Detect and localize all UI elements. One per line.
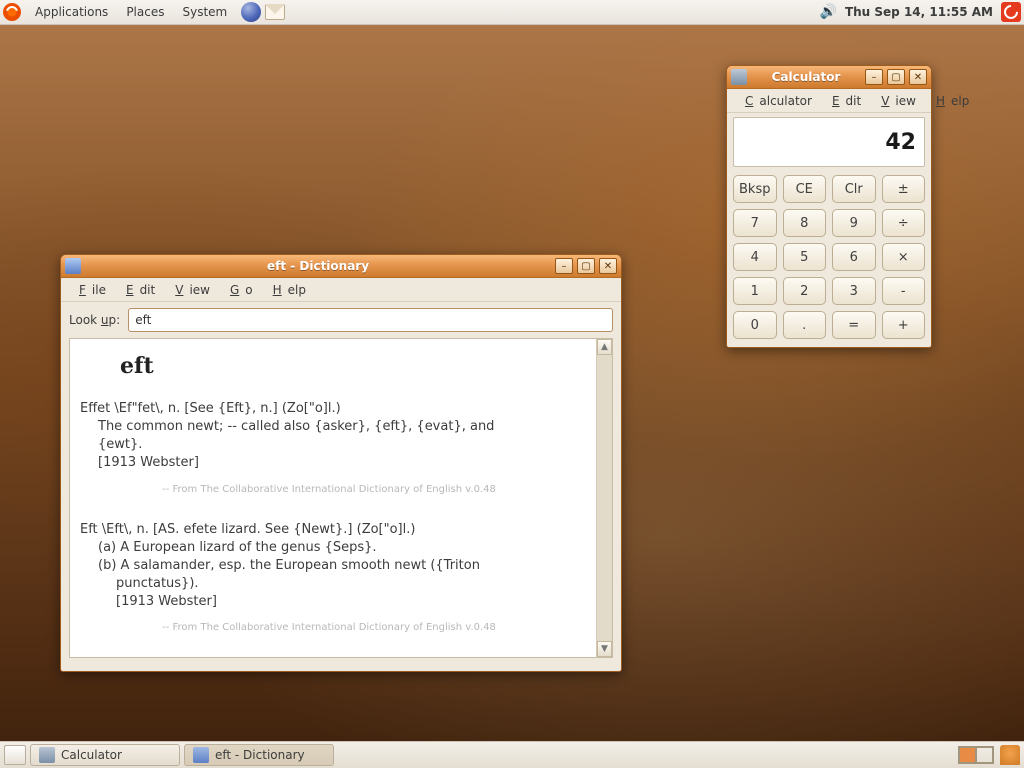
definition-scrollbar[interactable]: ▲ ▼ xyxy=(596,339,612,657)
menu-view[interactable]: View xyxy=(163,280,216,300)
dictionary-window: eft - Dictionary – ▢ ✕ File Edit View Go… xyxy=(60,254,622,672)
digit-6-button[interactable]: 6 xyxy=(832,243,876,271)
definition-area: eft Effet \Ef"fet\, n. [See {Eft}, n.] (… xyxy=(69,338,613,658)
calculator-keypad: Bksp CE Clr ± 7 8 9 ÷ 4 5 6 × 1 2 3 - 0 … xyxy=(727,175,931,347)
digit-1-button[interactable]: 1 xyxy=(733,277,777,305)
bottom-panel: Calculator eft - Dictionary xyxy=(0,741,1024,768)
backspace-button[interactable]: Bksp xyxy=(733,175,777,203)
show-desktop-button[interactable] xyxy=(4,745,26,765)
calculator-menubar: Calculator Edit View Help xyxy=(727,89,931,113)
workspace-2[interactable] xyxy=(976,747,993,763)
minimize-button[interactable]: – xyxy=(555,258,573,274)
menu-edit[interactable]: Edit xyxy=(114,280,161,300)
divide-button[interactable]: ÷ xyxy=(882,209,926,237)
lookup-label: Look up: xyxy=(69,313,120,327)
definition-source-1: -- From The Collaborative International … xyxy=(80,483,578,497)
calculator-window: Calculator – ▢ ✕ Calculator Edit View He… xyxy=(726,65,932,348)
decimal-button[interactable]: . xyxy=(783,311,827,339)
lookup-input[interactable] xyxy=(128,308,613,332)
trash-icon[interactable] xyxy=(1000,745,1020,765)
menu-calculator[interactable]: Calculator xyxy=(733,91,818,111)
digit-9-button[interactable]: 9 xyxy=(832,209,876,237)
clear-button[interactable]: Clr xyxy=(832,175,876,203)
equals-button[interactable]: = xyxy=(832,311,876,339)
clear-entry-button[interactable]: CE xyxy=(783,175,827,203)
definition-source-2: -- From The Collaborative International … xyxy=(80,621,578,635)
taskbar-item-dictionary[interactable]: eft - Dictionary xyxy=(184,744,334,766)
mail-icon[interactable] xyxy=(265,4,285,20)
maximize-button[interactable]: ▢ xyxy=(887,69,905,85)
calculator-titlebar[interactable]: Calculator – ▢ ✕ xyxy=(727,66,931,89)
definition-entry-1: Effet \Ef"fet\, n. [See {Eft}, n.] (Zo["… xyxy=(80,400,578,497)
close-button[interactable]: ✕ xyxy=(909,69,927,85)
dictionary-title: eft - Dictionary xyxy=(85,259,551,273)
globe-icon[interactable] xyxy=(241,2,261,22)
dictionary-titlebar[interactable]: eft - Dictionary – ▢ ✕ xyxy=(61,255,621,278)
menu-help[interactable]: Help xyxy=(924,91,975,111)
dictionary-app-icon xyxy=(65,258,81,274)
taskbar-item-calculator[interactable]: Calculator xyxy=(30,744,180,766)
digit-3-button[interactable]: 3 xyxy=(832,277,876,305)
digit-0-button[interactable]: 0 xyxy=(733,311,777,339)
lookup-row: Look up: xyxy=(61,302,621,338)
system-menu[interactable]: System xyxy=(174,2,235,22)
workspace-switcher[interactable] xyxy=(958,746,994,764)
calculator-task-icon xyxy=(39,747,55,763)
top-panel: Applications Places System Thu Sep 14, 1… xyxy=(0,0,1024,25)
scroll-track[interactable] xyxy=(597,355,612,641)
menu-view[interactable]: View xyxy=(869,91,922,111)
plus-minus-button[interactable]: ± xyxy=(882,175,926,203)
multiply-button[interactable]: × xyxy=(882,243,926,271)
add-button[interactable]: + xyxy=(882,311,926,339)
ubuntu-logo-icon xyxy=(3,3,21,21)
places-menu[interactable]: Places xyxy=(118,2,172,22)
dictionary-menubar: File Edit View Go Help xyxy=(61,278,621,302)
scroll-down-button[interactable]: ▼ xyxy=(597,641,612,657)
workspace-1[interactable] xyxy=(959,747,976,763)
maximize-button[interactable]: ▢ xyxy=(577,258,595,274)
digit-4-button[interactable]: 4 xyxy=(733,243,777,271)
digit-5-button[interactable]: 5 xyxy=(783,243,827,271)
definition-entry-2: Eft \Eft\, n. [AS. efete lizard. See {Ne… xyxy=(80,521,578,636)
menu-go[interactable]: Go xyxy=(218,280,259,300)
calculator-display: 42 xyxy=(733,117,925,167)
close-button[interactable]: ✕ xyxy=(599,258,617,274)
subtract-button[interactable]: - xyxy=(882,277,926,305)
menu-help[interactable]: Help xyxy=(261,280,312,300)
calculator-title: Calculator xyxy=(751,70,861,84)
calculator-app-icon xyxy=(731,69,747,85)
clock-text[interactable]: Thu Sep 14, 11:55 AM xyxy=(845,5,993,19)
applications-menu[interactable]: Applications xyxy=(27,2,116,22)
digit-7-button[interactable]: 7 xyxy=(733,209,777,237)
definition-content: eft Effet \Ef"fet\, n. [See {Eft}, n.] (… xyxy=(70,339,596,657)
menu-file[interactable]: File xyxy=(67,280,112,300)
scroll-up-button[interactable]: ▲ xyxy=(597,339,612,355)
volume-icon[interactable] xyxy=(820,4,837,20)
minimize-button[interactable]: – xyxy=(865,69,883,85)
dictionary-task-icon xyxy=(193,747,209,763)
taskbar-label: Calculator xyxy=(61,748,122,762)
menu-edit[interactable]: Edit xyxy=(820,91,867,111)
digit-8-button[interactable]: 8 xyxy=(783,209,827,237)
digit-2-button[interactable]: 2 xyxy=(783,277,827,305)
taskbar-label: eft - Dictionary xyxy=(215,748,305,762)
power-button[interactable] xyxy=(1001,2,1021,22)
headword: eft xyxy=(120,351,578,382)
